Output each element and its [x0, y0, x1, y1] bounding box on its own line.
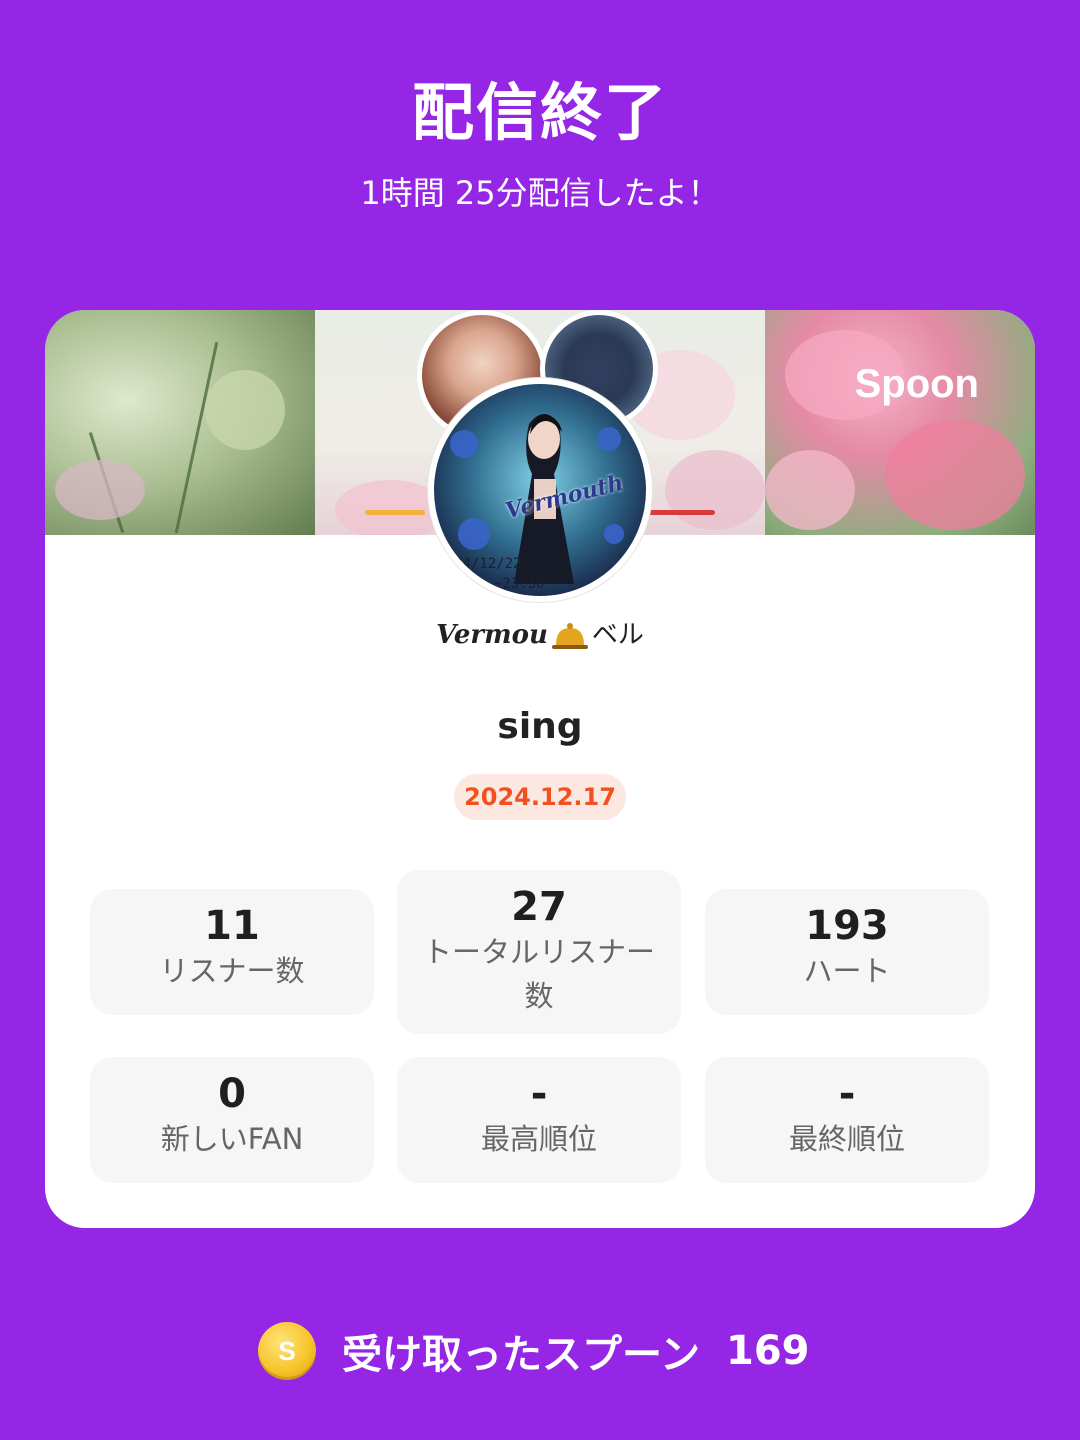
stat-label-line1: トータルリスナー [422, 935, 655, 969]
stat-label: 最高順位 [480, 1122, 597, 1156]
broadcast-duration: 1時間 25分配信したよ！ [360, 174, 720, 212]
stat-listeners: 11 リスナー数 [90, 889, 374, 1015]
banner-image-right [765, 310, 1035, 535]
stat-label: ハート [803, 954, 891, 988]
dj-avatar: Vermouth 24/12/22 ~23:30 [428, 378, 652, 602]
avatar-date-text: 24/12/22 ~23:30 [454, 554, 545, 594]
stat-value: - [530, 1071, 548, 1117]
nickname-left: Vermou [436, 620, 548, 650]
banner-image-left [45, 310, 315, 535]
broadcast-date-badge: 2024.12.17 [454, 774, 626, 820]
stat-new-fans: 0 新しいFAN [90, 1057, 374, 1183]
spoon-logo: Spoon [854, 362, 979, 406]
dj-nickname: Vermou ベル [45, 614, 1035, 651]
avatar-date-line1: 24/12/22 [454, 556, 522, 572]
stat-total-listeners: 27 トータルリスナー 数 [397, 870, 681, 1034]
stat-label: リスナー数 [159, 954, 305, 988]
spoon-coin-icon: S [258, 1322, 316, 1380]
stat-final-rank: - 最終順位 [705, 1057, 989, 1183]
spoons-received: S 受け取ったスプーン 169 [258, 1320, 810, 1382]
dj-avatar-image: Vermouth 24/12/22 ~23:30 [434, 384, 646, 596]
spoons-received-label: 受け取ったスプーン [342, 1332, 700, 1378]
stat-label: 新しいFAN [160, 1122, 304, 1156]
broadcast-title: sing [497, 706, 583, 747]
stat-hearts: 193 ハート [705, 889, 989, 1015]
broadcast-summary-card: Spoon Vermouth 24/12/22 ~23:30 Vermou ベル… [45, 310, 1035, 1228]
stat-label: 最終順位 [788, 1122, 905, 1156]
stat-highest-rank: - 最高順位 [397, 1057, 681, 1183]
page-title: 配信終了 [411, 76, 668, 149]
stat-value: 193 [805, 903, 889, 949]
avatar-date-line2: ~23:30 [494, 576, 545, 592]
stat-value: 11 [204, 903, 260, 949]
stat-value: - [838, 1071, 856, 1117]
spoons-received-count: 169 [726, 1328, 810, 1374]
nickname-right: ベル [591, 620, 644, 650]
stat-value: 27 [511, 884, 567, 930]
stat-value: 0 [218, 1071, 246, 1117]
bell-icon [551, 623, 588, 649]
stat-label-line2: 数 [524, 979, 554, 1013]
